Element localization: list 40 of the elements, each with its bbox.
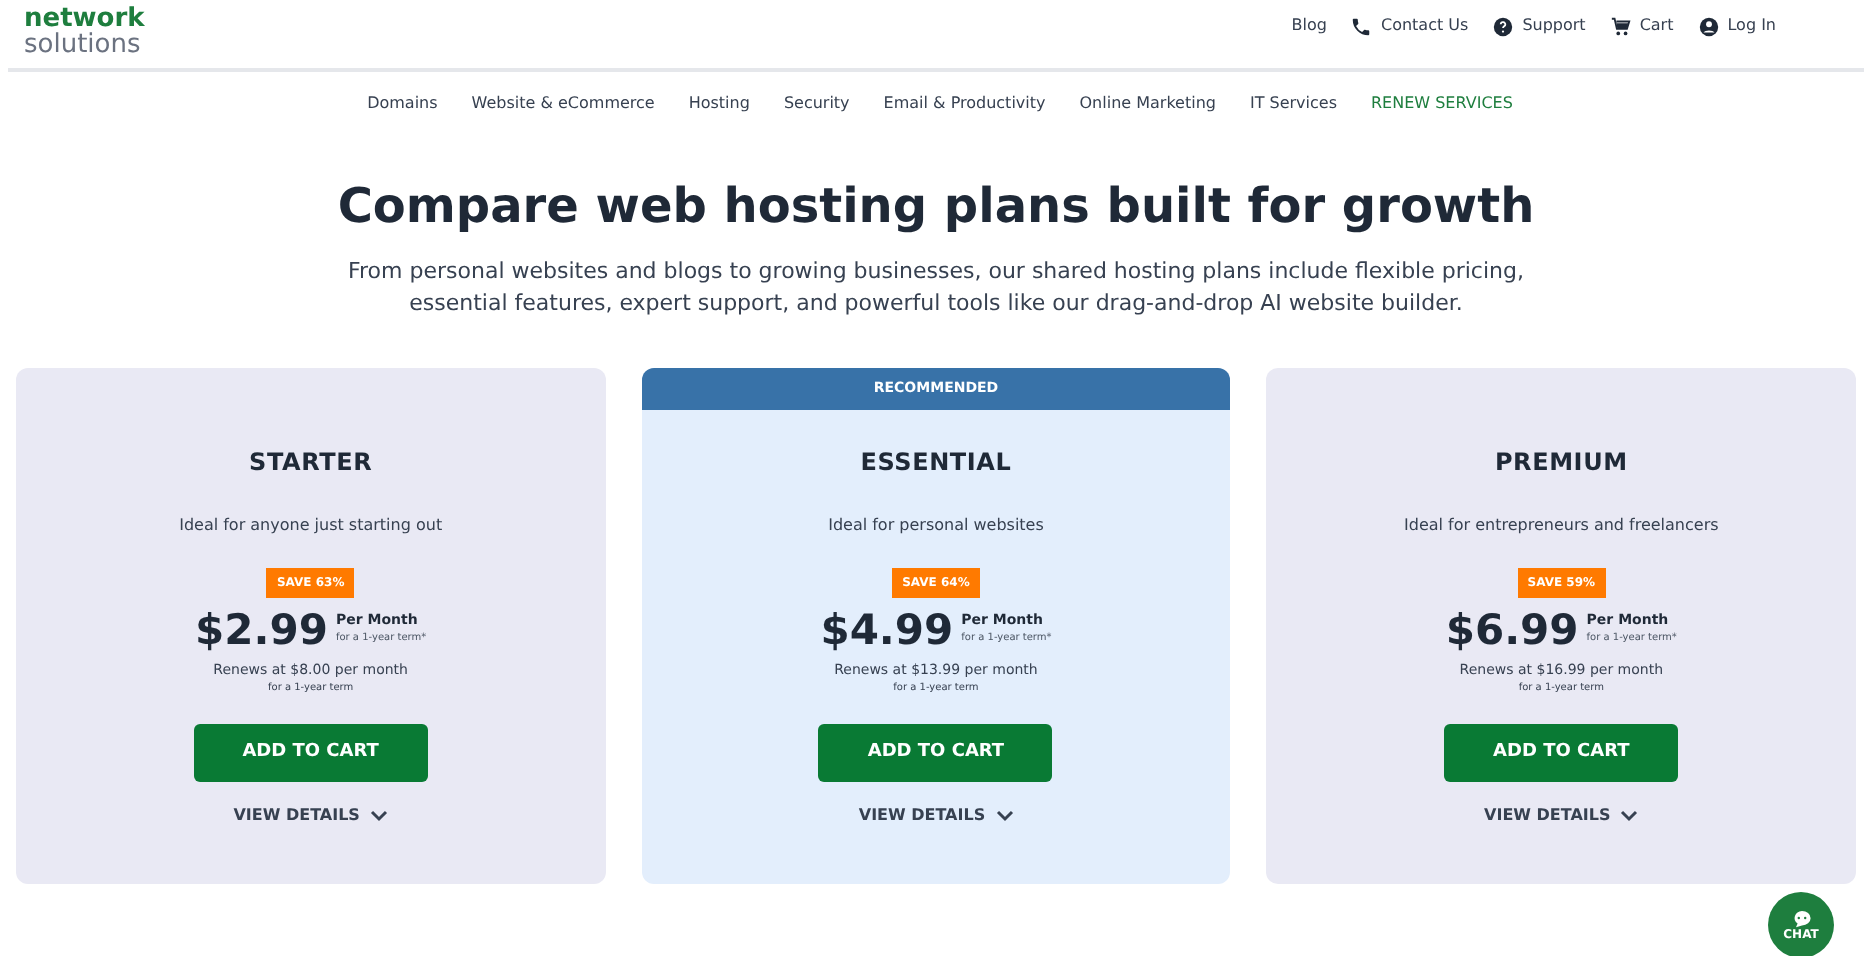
plan-name: ESSENTIAL bbox=[860, 446, 1012, 480]
nav-link[interactable]: Security bbox=[783, 92, 850, 116]
chevron-down-icon[interactable] bbox=[369, 810, 388, 822]
top-link[interactable]: Contact Us bbox=[1380, 14, 1469, 38]
add-to-cart-button[interactable]: ADD TO CART bbox=[818, 724, 1053, 782]
logo-text[interactable]: solutions bbox=[24, 32, 145, 58]
help-icon[interactable] bbox=[1492, 15, 1515, 37]
top-link[interactable]: Log In bbox=[1727, 14, 1776, 38]
price: $2.99 bbox=[195, 604, 328, 656]
cart-icon[interactable] bbox=[1609, 15, 1632, 37]
nav-link[interactable]: Online Marketing bbox=[1079, 92, 1216, 116]
add-to-cart-button[interactable]: ADD TO CART bbox=[1444, 724, 1679, 782]
nav-link[interactable]: Website & eCommerce bbox=[471, 92, 655, 116]
add-to-cart-button[interactable]: ADD TO CART bbox=[193, 724, 428, 782]
view-details-link[interactable]: VIEW DETAILS bbox=[858, 804, 986, 828]
nav-link[interactable]: Domains bbox=[367, 92, 438, 116]
page-subtitle: From personal websites and blogs to growing businesses, our shared hosting plans include flexible pricing, essential features, expert support, and powerful tools like our drag-and-drop AI website builder. bbox=[346, 256, 1526, 320]
view-details-link[interactable]: VIEW DETAILS bbox=[1484, 804, 1611, 828]
chevron-down-icon[interactable] bbox=[1620, 810, 1639, 822]
price: $4.99 bbox=[820, 604, 954, 656]
plan-name: PREMIUM bbox=[1494, 446, 1628, 480]
logo-text[interactable]: network bbox=[24, 6, 145, 32]
chevron-down-icon[interactable] bbox=[995, 810, 1014, 822]
nav-link[interactable]: Email & Productivity bbox=[883, 92, 1046, 116]
plan-name: STARTER bbox=[249, 446, 373, 480]
chat-icon bbox=[1791, 909, 1811, 927]
phone-icon[interactable] bbox=[1350, 15, 1373, 37]
nav-link[interactable]: Hosting bbox=[688, 92, 750, 116]
page-heading: Compare web hosting plans built for growth bbox=[335, 176, 1537, 236]
nav-link[interactable]: IT Services bbox=[1249, 92, 1337, 116]
user-icon[interactable] bbox=[1697, 15, 1720, 37]
view-details-link[interactable]: VIEW DETAILS bbox=[233, 804, 360, 828]
nav-link[interactable]: RENEW SERVICES bbox=[1371, 92, 1513, 116]
price: $6.99 bbox=[1445, 604, 1579, 656]
top-link[interactable]: Support bbox=[1522, 14, 1586, 38]
plan-tagline: Ideal for anyone just starting out bbox=[179, 514, 443, 538]
plan-tagline: Ideal for personal websites bbox=[828, 514, 1044, 538]
plan-tagline: Ideal for entrepreneurs and freelancers bbox=[1404, 514, 1719, 538]
top-link[interactable]: Cart bbox=[1639, 14, 1674, 38]
top-link[interactable]: Blog bbox=[1291, 14, 1327, 38]
